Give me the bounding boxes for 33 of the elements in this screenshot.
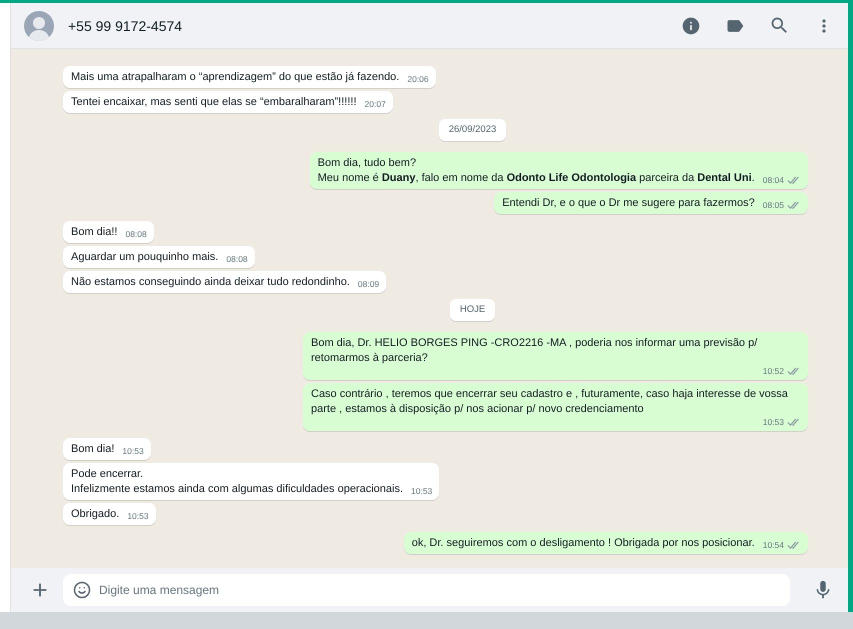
message-time: 08:09 [358, 279, 380, 290]
message-time: 08:08 [125, 229, 147, 240]
message-time: 10:53 [122, 446, 144, 457]
received-message: Bom dia!! 08:08 [63, 221, 154, 243]
message-time: 10:52 [762, 366, 784, 377]
message-input[interactable]: Digite uma mensagem [63, 574, 790, 606]
received-message: Mais uma atrapalharam o “aprendizagem” do que estão já fazendo. 20:06 [63, 66, 436, 88]
date-chip: 26/09/2023 [438, 119, 506, 141]
message-time: 10:53 [127, 511, 149, 522]
info-icon[interactable] [681, 16, 701, 36]
date-chip: HOJE [450, 299, 496, 321]
received-message: Aguardar um pouquinho mais. 08:08 [63, 246, 255, 268]
message-time: 08:05 [762, 200, 784, 211]
received-message: Bom dia! 10:53 [63, 438, 151, 460]
message-time: 10:54 [762, 540, 784, 551]
received-message: Obrigado. 10:53 [63, 503, 156, 525]
message-time: 08:08 [226, 254, 248, 265]
sent-message: Caso contrário , teremos que encerrar seu cadastro e , futuramente, caso haja interesse de vossa parte , estamos à disposição p/ nos acionar p/ novo credenciamento 10:53 [303, 383, 808, 431]
message-time: 08:04 [762, 175, 784, 186]
received-message: Tentei encaixar, mas senti que elas se “embaralharam”!!!!!! 20:07 [63, 91, 393, 113]
sent-message: Bom dia, tudo bem? Meu nome é Duany, falo em nome da Odonto Life Odontologia parceira da Dental Uni. 08:04 [310, 152, 808, 189]
message-time: 10:53 [411, 486, 432, 497]
search-icon[interactable] [769, 15, 790, 36]
contact-name: +55 99 9172-4574 [68, 18, 184, 34]
emoji-icon[interactable] [73, 581, 91, 599]
sent-message: ok, Dr. seguiremos com o desligamento ! Obrigada por nos posicionar. 10:54 [404, 532, 808, 554]
sent-message: Entendi Dr, e o que o Dr me sugere para fazermos? 08:05 [494, 192, 808, 214]
message-time: 10:53 [762, 417, 784, 428]
message-time: 20:07 [364, 99, 386, 110]
received-message: Não estamos conseguindo ainda deixar tudo redondinho. 08:09 [63, 271, 386, 293]
sent-message: Bom dia, Dr. HELIO BORGES PING -CRO2216 -MA , poderia nos informar uma previsão p/ retomarmos à parceria? 10:52 [303, 332, 808, 380]
message-time: 20:06 [407, 74, 429, 85]
received-message: Pode encerrar. Infelizmente estamos ainda com algumas dificuldades operacionais. 10:53 [63, 463, 440, 500]
